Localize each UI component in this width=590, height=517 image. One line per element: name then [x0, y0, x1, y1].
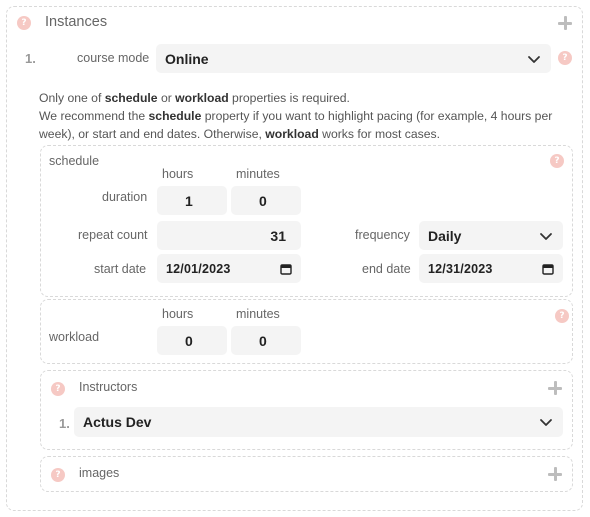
workload-panel [40, 299, 573, 364]
add-instructor-plus-icon[interactable] [548, 381, 562, 395]
instances-help-icon[interactable]: ? [17, 16, 31, 30]
schedule-title: schedule [49, 154, 100, 168]
workload-hours-label: hours [162, 307, 194, 321]
instructor-select[interactable]: Actus Dev [74, 407, 563, 437]
instructor-index: 1. [59, 416, 70, 431]
duration-hours-input[interactable]: 1 [157, 186, 227, 215]
instances-title: Instances [45, 14, 108, 30]
course-mode-select[interactable]: Online [156, 44, 551, 73]
start-date-input[interactable]: 12/01/2023 [157, 254, 301, 283]
calendar-icon[interactable] [280, 263, 292, 275]
instructors-help-icon[interactable]: ? [51, 382, 65, 396]
schedule-help-icon[interactable]: ? [550, 154, 564, 168]
duration-minutes-input[interactable]: 0 [231, 186, 301, 215]
instance-index: 1. [25, 51, 36, 66]
schedule-hours-label: hours [162, 167, 194, 181]
calendar-icon[interactable] [542, 263, 554, 275]
course-mode-value: Online [165, 50, 209, 67]
workload-hours-input[interactable]: 0 [157, 326, 227, 355]
start-date-label: start date [94, 262, 147, 276]
images-title: images [79, 466, 120, 480]
add-instance-plus-icon[interactable] [558, 16, 572, 30]
schedule-workload-note: Only one of schedule or workload propert… [39, 91, 553, 141]
workload-help-icon[interactable]: ? [555, 309, 569, 323]
workload-minutes-label: minutes [236, 307, 280, 321]
instructors-title: Instructors [79, 380, 138, 394]
schedule-minutes-label: minutes [236, 167, 280, 181]
course-mode-label: course mode [77, 51, 150, 65]
add-image-plus-icon[interactable] [548, 467, 562, 481]
workload-title: workload [49, 330, 100, 344]
frequency-label: frequency [355, 228, 410, 242]
course-mode-help-icon[interactable]: ? [558, 51, 572, 65]
repeat-count-input[interactable]: 31 [157, 221, 301, 250]
frequency-value: Daily [428, 227, 462, 244]
repeat-count-label: repeat count [78, 228, 148, 242]
frequency-select[interactable]: Daily [419, 221, 563, 250]
chevron-down-icon [540, 419, 552, 426]
images-panel [40, 456, 573, 492]
chevron-down-icon [540, 232, 552, 240]
images-help-icon[interactable]: ? [51, 468, 65, 482]
end-date-input[interactable]: 12/31/2023 [419, 254, 563, 283]
end-date-label: end date [362, 262, 411, 276]
instructor-value: Actus Dev [83, 414, 152, 430]
duration-label: duration [102, 190, 148, 204]
workload-minutes-input[interactable]: 0 [231, 326, 301, 355]
chevron-down-icon [528, 55, 540, 63]
